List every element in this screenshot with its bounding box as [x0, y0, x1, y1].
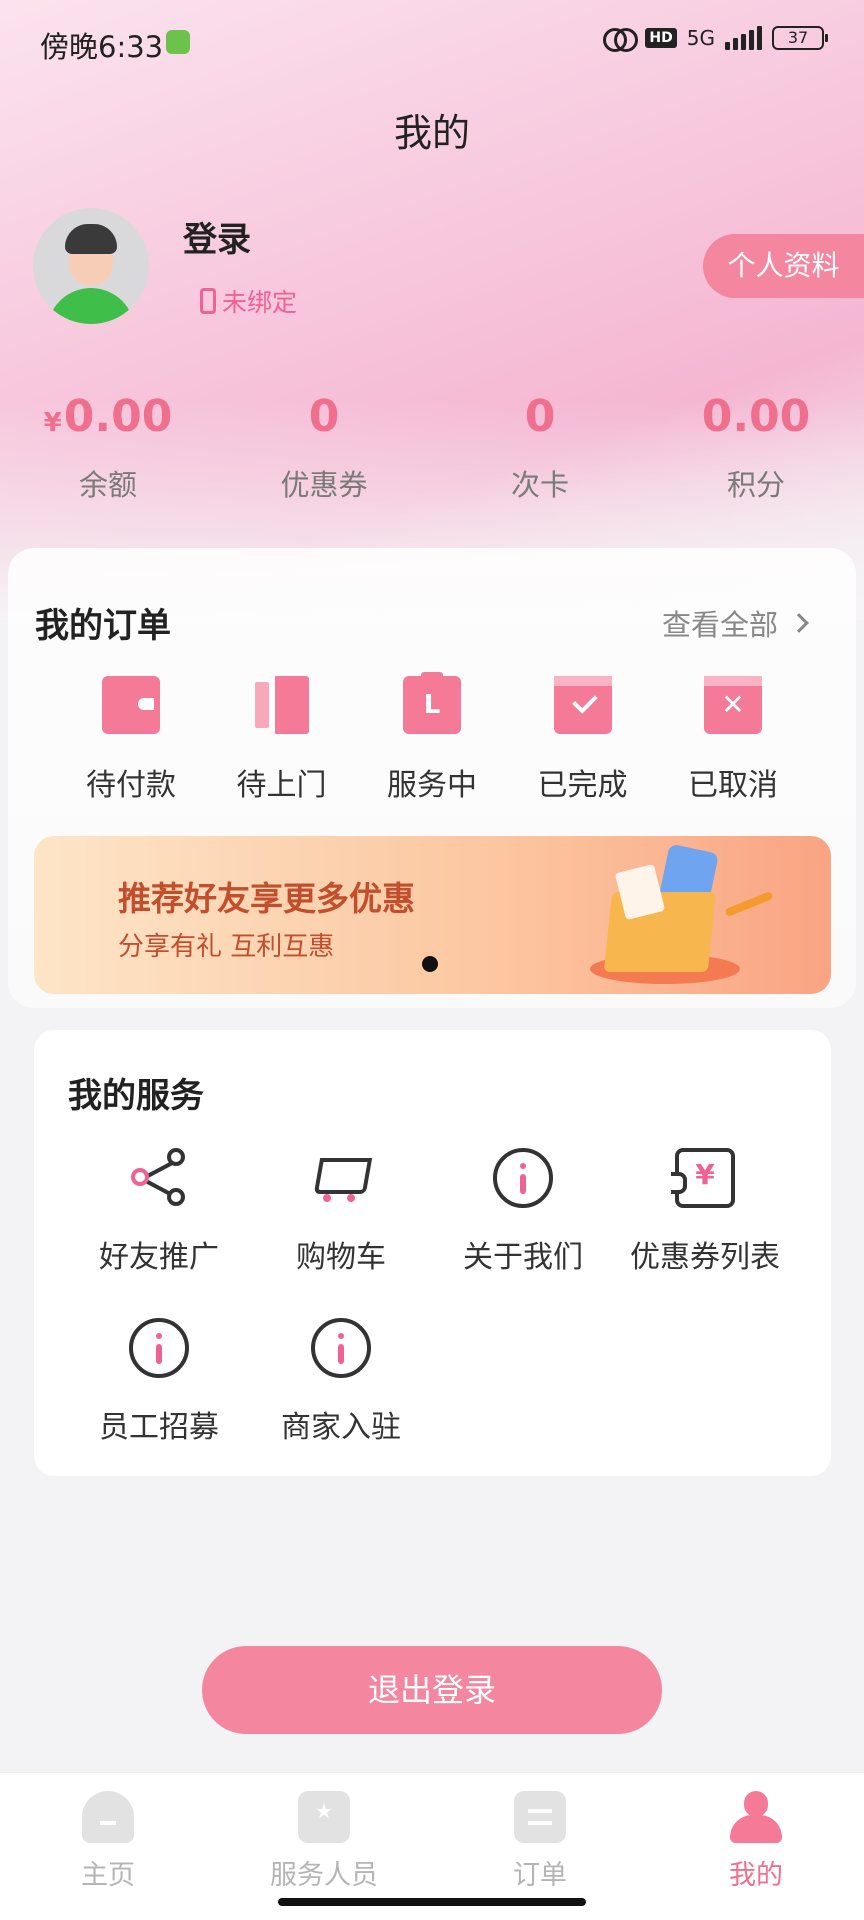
stat-label: 次卡 [510, 468, 569, 502]
chevron-right-icon [789, 613, 809, 633]
carousel-indicator-dot[interactable] [422, 956, 438, 972]
stat-balance[interactable]: ¥0.00 余额 [0, 388, 216, 504]
login-link[interactable]: 登录 [183, 212, 251, 261]
info-icon [129, 1318, 189, 1378]
hd-badge: HD [645, 28, 677, 48]
notification-app-icon [166, 30, 190, 54]
tab-label: 主页 [81, 1860, 135, 1891]
check-box-icon [553, 676, 612, 734]
order-status-label: 已完成 [537, 768, 628, 803]
stat-label: 优惠券 [280, 468, 368, 502]
service-merchant-join[interactable]: 商家入驻 [249, 1318, 433, 1446]
clipboard-icon [403, 672, 461, 734]
stat-value: 0 [524, 391, 556, 442]
stat-coupons[interactable]: 0 优惠券 [216, 388, 432, 504]
service-shopping-cart[interactable]: 购物车 [249, 1148, 433, 1276]
currency-symbol: ¥ [43, 408, 62, 438]
order-status-label: 待付款 [86, 768, 176, 803]
hotspot-link-icon [603, 26, 639, 52]
service-label: 关于我们 [463, 1240, 583, 1275]
status-indicators: HD 5G 37 [603, 26, 828, 52]
info-icon [493, 1148, 553, 1208]
order-pending-payment[interactable]: 待付款 [56, 672, 206, 804]
profile-button[interactable]: 个人资料 [703, 234, 864, 298]
banner-title: 推荐好友享更多优惠 [118, 879, 415, 918]
tab-label: 服务人员 [270, 1860, 378, 1891]
stat-value: 0.00 [701, 391, 811, 442]
cart-icon [311, 1148, 371, 1208]
signal-icon [725, 26, 762, 50]
account-stats: ¥0.00 余额 0 优惠券 0 次卡 0.00 积分 [0, 388, 864, 504]
order-status-list: 待付款 待上门 服务中 已完成 已取消 [56, 672, 808, 804]
order-in-service[interactable]: 服务中 [357, 672, 507, 804]
home-indicator[interactable] [278, 1898, 586, 1906]
logout-button[interactable]: 退出登录 [202, 1646, 662, 1734]
avatar[interactable] [33, 208, 149, 324]
page-title: 我的 [393, 111, 470, 155]
wallet-icon [102, 676, 160, 734]
phone-status-text: 未绑定 [222, 288, 298, 317]
tab-home[interactable]: 主页 [0, 1773, 216, 1920]
stat-value: ¥0.00 [0, 388, 216, 446]
tab-label: 我的 [729, 1860, 783, 1891]
order-icon [514, 1791, 566, 1843]
avatar-body [47, 288, 135, 324]
coupon-icon [671, 1148, 735, 1208]
status-bar: 傍晚6:33 HD 5G 37 [0, 0, 864, 84]
info-icon [311, 1318, 371, 1378]
orders-title: 我的订单 [35, 606, 171, 646]
order-cancelled[interactable]: 已取消 [658, 672, 808, 804]
order-status-label: 待上门 [236, 768, 327, 803]
service-coupon-list[interactable]: 优惠券列表 [613, 1148, 797, 1276]
stat-times-card[interactable]: 0 次卡 [432, 388, 648, 504]
arrow-illustration [724, 890, 774, 918]
stat-label: 余额 [78, 468, 137, 502]
service-label: 好友推广 [99, 1240, 219, 1275]
view-all-orders-link[interactable]: 查看全部 [662, 602, 809, 644]
phone-icon [200, 288, 216, 314]
service-label: 商家入驻 [281, 1410, 401, 1445]
phone-binding-status[interactable]: 未绑定 [200, 283, 297, 319]
order-status-label: 已取消 [688, 768, 778, 803]
services-title: 我的服务 [68, 1076, 204, 1116]
order-awaiting-visit[interactable]: 待上门 [207, 672, 357, 804]
service-label: 员工招募 [99, 1410, 219, 1445]
stat-label: 积分 [726, 468, 785, 502]
order-status-label: 服务中 [387, 768, 477, 803]
banner-subtitle: 分享有礼 互利互惠 [118, 932, 335, 962]
service-friend-referral[interactable]: 好友推广 [67, 1148, 251, 1276]
door-icon [253, 676, 311, 734]
staff-icon [298, 1791, 350, 1843]
profile-icon [730, 1791, 782, 1843]
stat-points[interactable]: 0.00 积分 [648, 388, 864, 504]
cancel-box-icon [704, 676, 762, 734]
network-type: 5G [686, 26, 715, 50]
home-icon [82, 1791, 134, 1843]
view-all-label: 查看全部 [662, 608, 779, 642]
order-completed[interactable]: 已完成 [508, 672, 658, 804]
tab-me[interactable]: 我的 [648, 1773, 864, 1920]
avatar-hair [65, 224, 117, 254]
tab-label: 订单 [513, 1860, 567, 1891]
service-label: 优惠券列表 [630, 1240, 780, 1275]
battery-icon: 37 [772, 26, 828, 50]
referral-banner[interactable]: 推荐好友享更多优惠 分享有礼 互利互惠 [34, 836, 831, 994]
service-label: 购物车 [296, 1240, 386, 1275]
share-icon [129, 1148, 189, 1208]
stat-number: 0.00 [63, 391, 173, 442]
service-staff-recruitment[interactable]: 员工招募 [67, 1318, 251, 1446]
service-about-us[interactable]: 关于我们 [431, 1148, 615, 1276]
status-time: 傍晚6:33 [40, 30, 164, 64]
stat-value: 0 [308, 391, 340, 442]
